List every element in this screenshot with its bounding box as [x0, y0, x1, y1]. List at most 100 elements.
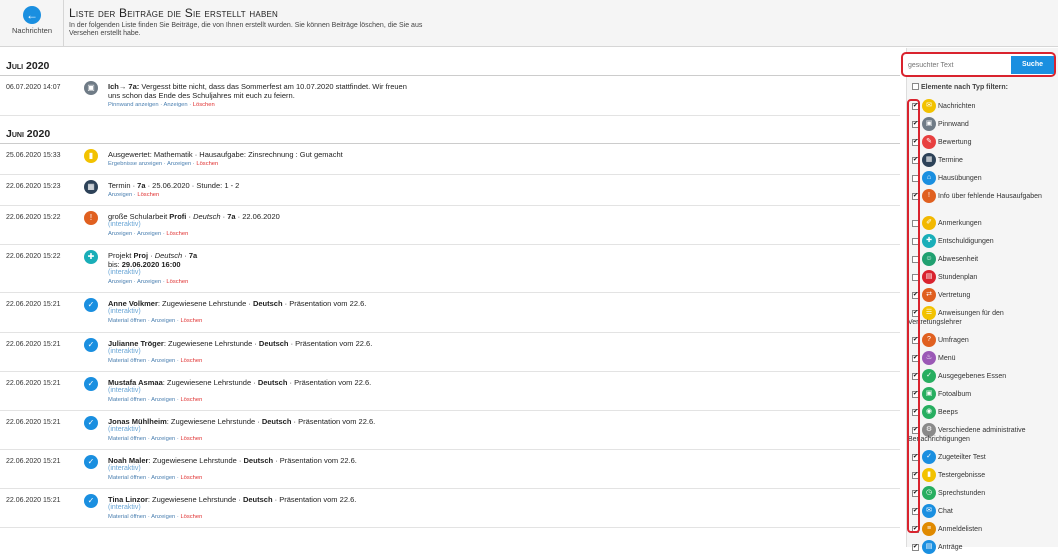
action-link[interactable]: Material öffnen	[108, 358, 146, 364]
filter-heading-label: Elemente nach Typ filtern:	[920, 84, 1008, 91]
action-link[interactable]: Material öffnen	[108, 318, 146, 324]
delete-link[interactable]: Löschen	[166, 231, 188, 237]
action-link[interactable]: Anzeigen	[151, 397, 175, 403]
filter-item[interactable]: ✔! Info über fehlende Hausaufgaben	[906, 187, 1058, 214]
action-link[interactable]: Anzeigen	[151, 358, 175, 364]
filter-type-icon: ✚	[922, 234, 936, 248]
interactive-label: (interaktiv)	[108, 465, 141, 472]
filter-item[interactable]: ✔ ✉ Chat	[906, 502, 1058, 520]
post-type-icon: ✓	[84, 377, 98, 391]
filter-item[interactable]: ⌂ Hausübungen	[906, 169, 1058, 187]
action-link[interactable]: Anzeigen	[108, 231, 132, 237]
delete-link[interactable]: Löschen	[180, 397, 202, 403]
post-text: : Zugewiesene Lehrstunde ·	[147, 495, 243, 504]
post-text: Deutsch	[258, 339, 289, 348]
action-link[interactable]: Pinnwand anzeigen	[108, 102, 159, 108]
filter-label: Testergebnisse	[938, 472, 986, 479]
post-actions: Material öffnen · Anzeigen · Löschen	[108, 317, 408, 325]
delete-link[interactable]: Löschen	[180, 318, 202, 324]
post-text: Jonas Mühlheim	[108, 417, 167, 426]
search-input[interactable]	[908, 57, 1008, 73]
post-text: Noah Maler	[108, 456, 149, 465]
delete-link[interactable]: Löschen	[180, 358, 202, 364]
post-text: · Präsentation vom 22.6.	[287, 378, 372, 387]
post-type-icon: ▦	[84, 180, 98, 194]
filter-item[interactable]: ✔ ◉ Beeps	[906, 403, 1058, 421]
action-link[interactable]: Anzeigen	[108, 192, 132, 198]
post-text: : Zugewiesene Lehrstunde ·	[157, 299, 253, 308]
filter-item[interactable]: ✔ ✓ Ausgegebenes Essen	[906, 367, 1058, 385]
post-text: Vergesst bitte nicht, dass das Sommerfes…	[108, 82, 407, 100]
filter-item[interactable]: ✔? Umfragen	[906, 331, 1058, 349]
filter-item[interactable]: ✔ ✓ Zugeteilter Test	[906, 448, 1058, 466]
filter-item[interactable]: ✔ ≡ Anmeldelisten	[906, 520, 1058, 538]
post-text: Projekt	[108, 251, 134, 260]
filter-type-icon: ▤	[922, 270, 936, 284]
post-type-icon: ✓	[84, 494, 98, 508]
delete-link[interactable]: Löschen	[166, 279, 188, 285]
action-link[interactable]: Anzeigen	[151, 436, 175, 442]
post-type-icon: ✓	[84, 338, 98, 352]
post-text: Deutsch	[243, 456, 274, 465]
action-link[interactable]: Anzeigen	[151, 318, 175, 324]
filter-item[interactable]: ✔ ⇄ Vertretung	[906, 286, 1058, 304]
filter-heading: Elemente nach Typ filtern:	[912, 83, 1008, 91]
filter-item[interactable]: ☺ Abwesenheit	[906, 250, 1058, 268]
filter-type-icon: ☺	[922, 252, 936, 266]
filter-item[interactable]: ✔ ☰ Anweisungen für den Vertretungslehrer	[906, 304, 1058, 331]
delete-link[interactable]: Löschen	[137, 192, 159, 198]
action-link[interactable]: Anzeigen	[137, 279, 161, 285]
action-link[interactable]: Anzeigen	[151, 514, 175, 520]
post-content: Ich→ 7a: Vergesst bitte nicht, dass das …	[108, 82, 408, 109]
filter-label: Umfragen	[938, 337, 969, 344]
filter-type-icon: ⇄	[922, 288, 936, 302]
post-text: Julianne Tröger	[108, 339, 164, 348]
search-button[interactable]: Suche	[1011, 56, 1054, 74]
post-text: Deutsch	[193, 212, 221, 221]
filter-item[interactable]: ✔ ♨ Menü	[906, 349, 1058, 367]
post-actions: Material öffnen · Anzeigen · Löschen	[108, 474, 408, 482]
action-link[interactable]: Anzeigen	[151, 475, 175, 481]
filter-item[interactable]: ✔ ◷ Sprechstunden	[906, 484, 1058, 502]
post-text: : Zugewiesene Lehrstunde ·	[148, 456, 244, 465]
filter-item[interactable]: ✔ ✉ Nachrichten	[906, 97, 1058, 115]
action-link[interactable]: Anzeigen	[163, 102, 187, 108]
action-link[interactable]: Material öffnen	[108, 436, 146, 442]
filter-item[interactable]: ✔ ▮ Testergebnisse	[906, 466, 1058, 484]
filter-item[interactable]: ✚ Entschuldigungen	[906, 232, 1058, 250]
action-link[interactable]: Anzeigen	[108, 279, 132, 285]
filter-item[interactable]: ▤ Stundenplan	[906, 268, 1058, 286]
delete-link[interactable]: Löschen	[180, 514, 202, 520]
filter-item[interactable]: ✔ ▦ Termine	[906, 151, 1058, 169]
filter-item[interactable]: ✔ ⚙ Verschiedene administrative Benachrich…	[906, 421, 1058, 448]
post-text: : Zugewiesene Lehrstunde ·	[166, 417, 262, 426]
filter-item[interactable]: ✔ ▤ Anträge	[906, 538, 1058, 556]
arrow-left-icon[interactable]: ←	[23, 6, 41, 24]
page-header: ← Nachrichten Liste der Beiträge die Sie…	[0, 0, 1058, 47]
filter-item[interactable]: ✐ Anmerkungen	[906, 214, 1058, 232]
post-content: Julianne Tröger: Zugewiesene Lehrstunde …	[108, 339, 408, 365]
filter-label: Ausgegebenes Essen	[938, 373, 1007, 380]
delete-link[interactable]: Löschen	[193, 102, 215, 108]
filter-item[interactable]: ✔ ✎ Bewertung	[906, 133, 1058, 151]
post-text: 7a	[227, 212, 236, 221]
action-link[interactable]: Ergebnisse anzeigen	[108, 161, 162, 167]
filter-item[interactable]: ✔ ▣ Fotoalbum	[906, 385, 1058, 403]
action-link[interactable]: Anzeigen	[167, 161, 191, 167]
action-link[interactable]: Material öffnen	[108, 514, 146, 520]
delete-link[interactable]: Löschen	[180, 475, 202, 481]
delete-link[interactable]: Löschen	[196, 161, 218, 167]
interactive-label: (interaktiv)	[108, 269, 141, 276]
filter-item[interactable]: ✔ ▣ Pinnwand	[906, 115, 1058, 133]
post-text: 7a	[137, 181, 146, 190]
back-to-messages-button[interactable]: ← Nachrichten	[0, 0, 64, 47]
month-heading: Juli 2020	[0, 48, 900, 76]
filter-checkbox[interactable]: ✔	[912, 544, 919, 551]
delete-link[interactable]: Löschen	[180, 436, 202, 442]
post-actions: Material öffnen · Anzeigen · Löschen	[108, 435, 408, 443]
filter-all-checkbox[interactable]	[912, 83, 919, 90]
action-link[interactable]: Material öffnen	[108, 475, 146, 481]
action-link[interactable]: Anzeigen	[137, 231, 161, 237]
action-link[interactable]: Material öffnen	[108, 397, 146, 403]
post-content: Ausgewertet: Mathematik · Hausaufgabe: Z…	[108, 150, 408, 168]
